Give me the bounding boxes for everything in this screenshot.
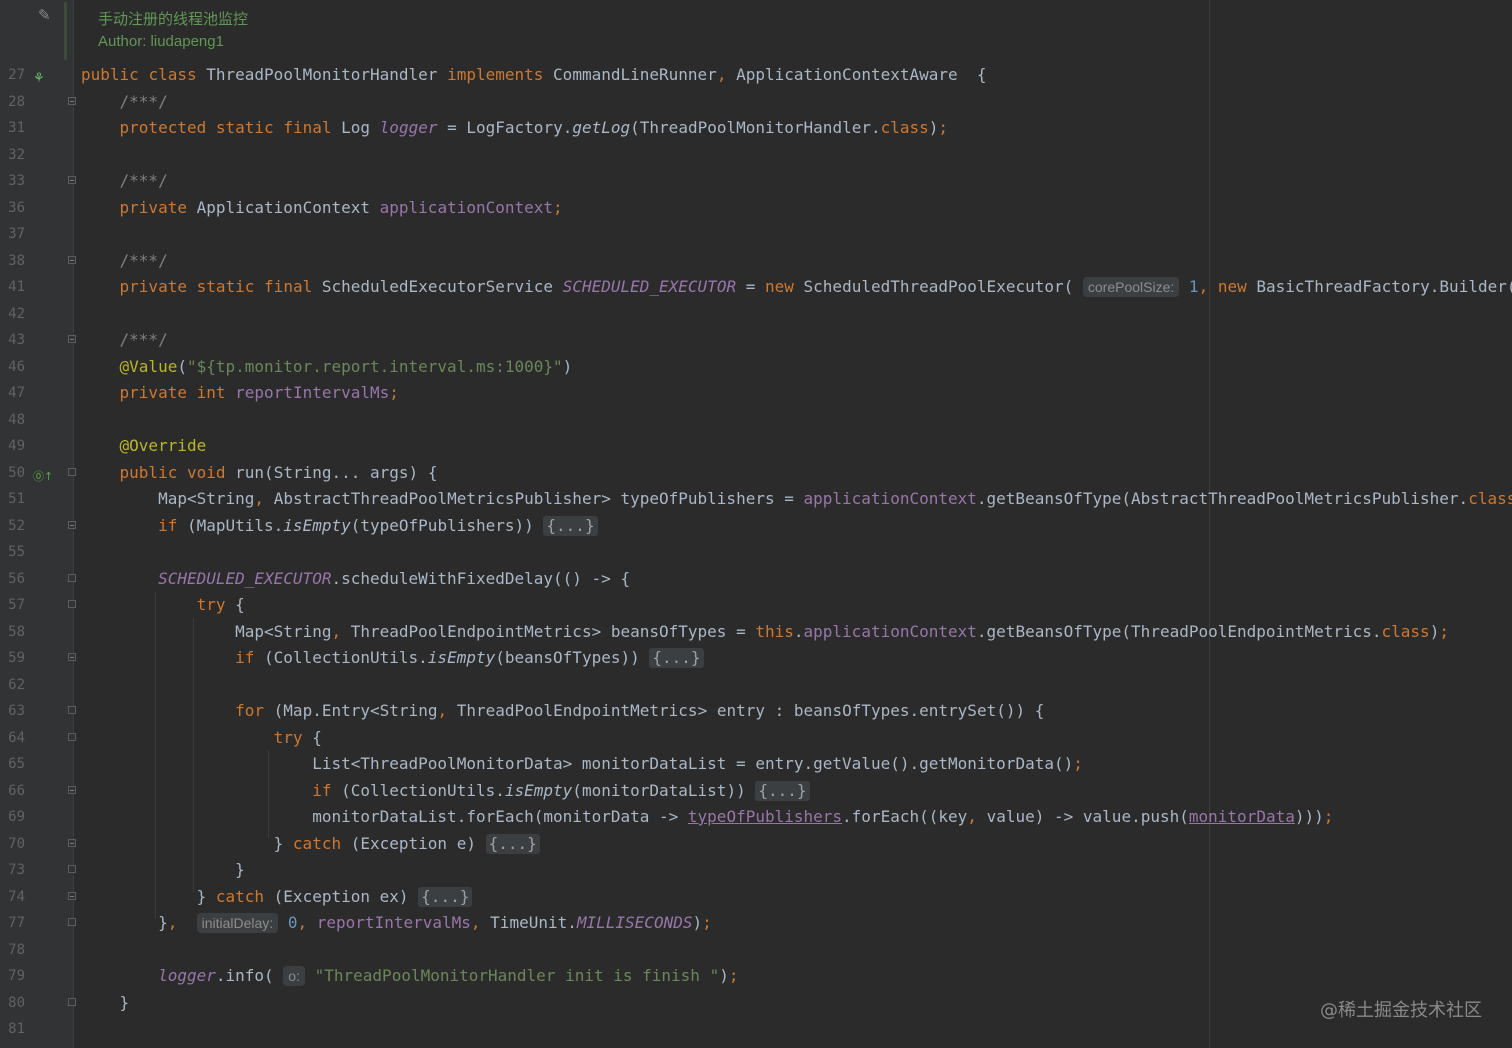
fold-toggle-icon[interactable]: [68, 732, 76, 741]
line-number: 31: [8, 120, 25, 136]
line-number: 73: [8, 862, 25, 878]
line-number: 33: [8, 173, 25, 189]
doc-comment-bar: [64, 2, 67, 60]
code-text[interactable]: public void run(String... args) {: [81, 460, 438, 486]
code-text[interactable]: if (CollectionUtils.isEmpty(beansOfTypes…: [81, 645, 704, 671]
code-text[interactable]: protected static final Log logger = LogF…: [81, 115, 949, 141]
folded-code[interactable]: {...}: [485, 833, 540, 854]
code-text[interactable]: public class ThreadPoolMonitorHandler im…: [81, 62, 987, 88]
code-text[interactable]: List<ThreadPoolMonitorData> monitorDataL…: [81, 751, 1083, 777]
fold-toggle-icon[interactable]: [68, 255, 76, 264]
line-number: 59: [8, 650, 25, 666]
line-number: 48: [8, 411, 25, 428]
line-number: 28: [8, 93, 25, 110]
code-text[interactable]: /***/: [81, 327, 168, 353]
line-number: 70: [8, 835, 25, 852]
line-number: 42: [8, 305, 25, 322]
line-number: 51: [8, 491, 25, 507]
line-number: 79: [8, 968, 25, 984]
code-text[interactable]: private static final ScheduledExecutorSe…: [81, 274, 1512, 300]
folded-code[interactable]: {...}: [755, 780, 810, 801]
code-text[interactable]: }, initialDelay: 0, reportIntervalMs, Ti…: [81, 910, 712, 936]
line-number: 27: [8, 67, 25, 83]
folded-code[interactable]: {...}: [543, 515, 598, 536]
line-number: 37: [8, 226, 25, 242]
fold-toggle-icon[interactable]: [68, 573, 76, 582]
code-text[interactable]: private ApplicationContext applicationCo…: [81, 195, 563, 221]
line-number: 36: [8, 199, 25, 216]
parameter-hint: corePoolSize:: [1082, 277, 1180, 297]
fold-toggle-icon[interactable]: [68, 891, 76, 900]
code-text[interactable]: private int reportIntervalMs;: [81, 380, 399, 406]
line-number: 63: [8, 703, 25, 719]
line-number: 49: [8, 438, 25, 454]
line-number: 58: [8, 623, 25, 640]
doc-comment-author: Author: liudapeng1: [98, 33, 224, 50]
code-text[interactable]: }: [81, 990, 130, 1016]
line-number: 81: [8, 1021, 25, 1037]
bean-icon[interactable]: ⚘: [33, 66, 51, 86]
line-number: 52: [8, 517, 25, 534]
fold-toggle-icon[interactable]: [68, 706, 76, 714]
watermark: @稀土掘金技术社区: [1320, 1000, 1482, 1021]
pencil-icon[interactable]: ✎: [38, 6, 56, 24]
fold-toggle-icon[interactable]: [68, 785, 76, 794]
fold-toggle-icon[interactable]: [68, 96, 76, 105]
code-text[interactable]: } catch (Exception ex) {...}: [81, 884, 473, 910]
line-number: 46: [8, 358, 25, 375]
code-text[interactable]: /***/: [81, 89, 168, 115]
code-text[interactable]: SCHEDULED_EXECUTOR.scheduleWithFixedDela…: [81, 566, 630, 592]
code-text[interactable]: @Override: [81, 433, 207, 459]
code-text[interactable]: if (CollectionUtils.isEmpty(monitorDataL…: [81, 778, 810, 804]
fold-toggle-icon[interactable]: [68, 176, 76, 184]
line-number: 57: [8, 597, 25, 613]
code-text[interactable]: /***/: [81, 248, 168, 274]
fold-toggle-icon[interactable]: [68, 467, 76, 476]
code-text[interactable]: /***/: [81, 168, 168, 194]
line-number: 66: [8, 782, 25, 799]
line-number: 64: [8, 729, 25, 746]
right-margin-guide: [1209, 0, 1210, 1048]
line-number: 69: [8, 809, 25, 825]
line-number: 41: [8, 279, 25, 295]
code-text[interactable]: try {: [81, 725, 322, 751]
code-text[interactable]: }: [81, 857, 245, 883]
fold-toggle-icon[interactable]: [68, 520, 76, 529]
code-text[interactable]: logger.info( o: "ThreadPoolMonitorHandle…: [81, 963, 738, 989]
fold-toggle-icon[interactable]: [68, 865, 76, 873]
doc-comment-title: 手动注册的线程池监控: [98, 11, 249, 28]
parameter-hint: o:: [283, 966, 305, 986]
line-number: 77: [8, 915, 25, 931]
line-number: 32: [8, 146, 25, 163]
code-text[interactable]: monitorDataList.forEach(monitorData -> t…: [81, 804, 1333, 830]
line-number: 74: [8, 888, 25, 905]
line-number: 47: [8, 385, 25, 401]
code-text[interactable]: } catch (Exception e) {...}: [81, 831, 540, 857]
folded-code[interactable]: {...}: [649, 648, 704, 668]
line-number: 80: [8, 994, 25, 1011]
fold-toggle-icon[interactable]: [68, 653, 76, 661]
line-number: 55: [8, 544, 25, 560]
parameter-hint: initialDelay:: [196, 913, 279, 933]
line-number: 78: [8, 941, 25, 958]
fold-toggle-icon[interactable]: [68, 335, 76, 343]
line-number: 56: [8, 570, 25, 587]
line-number: 62: [8, 676, 25, 693]
fold-toggle-icon[interactable]: [68, 997, 76, 1006]
line-number: 65: [8, 756, 25, 772]
line-number: 50: [8, 464, 25, 481]
code-text[interactable]: Map<String, ThreadPoolEndpointMetrics> b…: [81, 619, 1449, 645]
code-text[interactable]: Map<String, AbstractThreadPoolMetricsPub…: [81, 486, 1512, 512]
fold-toggle-icon[interactable]: [68, 838, 76, 847]
line-number: 38: [8, 252, 25, 269]
code-text[interactable]: for (Map.Entry<String, ThreadPoolEndpoin…: [81, 698, 1044, 724]
fold-toggle-icon[interactable]: [68, 918, 76, 926]
code-text[interactable]: if (MapUtils.isEmpty(typeOfPublishers)) …: [81, 513, 598, 539]
code-text[interactable]: try {: [81, 592, 245, 618]
code-text[interactable]: @Value("${tp.monitor.report.interval.ms:…: [81, 354, 573, 380]
override-icon[interactable]: ⓪↑: [33, 464, 53, 483]
line-number: 43: [8, 332, 25, 348]
folded-code[interactable]: {...}: [418, 886, 473, 907]
fold-toggle-icon[interactable]: [68, 600, 76, 608]
